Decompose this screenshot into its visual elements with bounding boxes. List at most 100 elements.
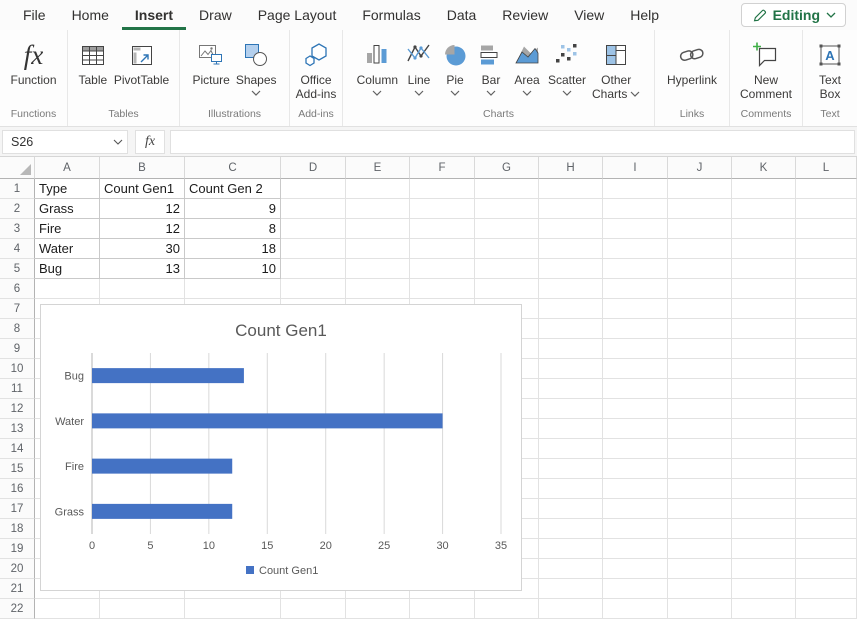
cell-H16[interactable] [539, 479, 603, 499]
cell-K5[interactable] [732, 259, 796, 279]
chart[interactable]: Count Gen105101520253035BugWaterFireGras… [40, 304, 522, 591]
cell-L16[interactable] [796, 479, 857, 499]
cell-F5[interactable] [410, 259, 475, 279]
column-header-K[interactable]: K [732, 157, 796, 179]
chevron-down-icon[interactable] [630, 91, 640, 97]
cell-J19[interactable] [668, 539, 732, 559]
cell-K9[interactable] [732, 339, 796, 359]
cell-H14[interactable] [539, 439, 603, 459]
cell-E2[interactable] [346, 199, 410, 219]
cell-G1[interactable] [475, 179, 539, 199]
cell-A22[interactable] [35, 599, 100, 619]
cell-I18[interactable] [603, 519, 668, 539]
cell-F3[interactable] [410, 219, 475, 239]
cell-D4[interactable] [281, 239, 346, 259]
editing-mode-button[interactable]: Editing [741, 3, 846, 27]
cell-L19[interactable] [796, 539, 857, 559]
hyperlink-button[interactable]: Hyperlink [664, 37, 720, 87]
cell-J11[interactable] [668, 379, 732, 399]
cell-H1[interactable] [539, 179, 603, 199]
column-chart-button[interactable]: Column [354, 37, 401, 96]
tab-view[interactable]: View [561, 0, 617, 30]
cell-I15[interactable] [603, 459, 668, 479]
cell-H7[interactable] [539, 299, 603, 319]
cell-H12[interactable] [539, 399, 603, 419]
cell-D3[interactable] [281, 219, 346, 239]
cell-B3[interactable]: 12 [100, 219, 185, 239]
row-header-3[interactable]: 3 [0, 219, 35, 239]
cell-I6[interactable] [603, 279, 668, 299]
cell-J7[interactable] [668, 299, 732, 319]
cell-K18[interactable] [732, 519, 796, 539]
cell-K6[interactable] [732, 279, 796, 299]
chart-bar-grass[interactable] [92, 504, 232, 519]
cell-L3[interactable] [796, 219, 857, 239]
row-header-5[interactable]: 5 [0, 259, 35, 279]
cell-H18[interactable] [539, 519, 603, 539]
row-header-20[interactable]: 20 [0, 559, 35, 579]
cell-K16[interactable] [732, 479, 796, 499]
cell-F22[interactable] [410, 599, 475, 619]
cell-I13[interactable] [603, 419, 668, 439]
cell-D2[interactable] [281, 199, 346, 219]
cell-L6[interactable] [796, 279, 857, 299]
cell-K21[interactable] [732, 579, 796, 599]
cell-A2[interactable]: Grass [35, 199, 100, 219]
cell-I16[interactable] [603, 479, 668, 499]
column-header-L[interactable]: L [796, 157, 857, 179]
cell-K13[interactable] [732, 419, 796, 439]
row-header-14[interactable]: 14 [0, 439, 35, 459]
cell-G5[interactable] [475, 259, 539, 279]
chevron-down-icon[interactable] [486, 90, 496, 96]
cell-L21[interactable] [796, 579, 857, 599]
office-addins-button[interactable]: Office Add-ins [293, 37, 340, 101]
cell-D22[interactable] [281, 599, 346, 619]
row-header-22[interactable]: 22 [0, 599, 35, 619]
row-header-1[interactable]: 1 [0, 179, 35, 199]
cell-L7[interactable] [796, 299, 857, 319]
row-header-18[interactable]: 18 [0, 519, 35, 539]
cell-H20[interactable] [539, 559, 603, 579]
cell-D5[interactable] [281, 259, 346, 279]
cell-A4[interactable]: Water [35, 239, 100, 259]
cell-F1[interactable] [410, 179, 475, 199]
row-header-9[interactable]: 9 [0, 339, 35, 359]
column-header-C[interactable]: C [185, 157, 281, 179]
cell-J18[interactable] [668, 519, 732, 539]
tab-data[interactable]: Data [434, 0, 490, 30]
cell-J4[interactable] [668, 239, 732, 259]
cell-B2[interactable]: 12 [100, 199, 185, 219]
cell-L15[interactable] [796, 459, 857, 479]
cell-H8[interactable] [539, 319, 603, 339]
cell-J14[interactable] [668, 439, 732, 459]
cell-I9[interactable] [603, 339, 668, 359]
column-header-G[interactable]: G [475, 157, 539, 179]
row-header-8[interactable]: 8 [0, 319, 35, 339]
cell-I1[interactable] [603, 179, 668, 199]
column-header-J[interactable]: J [668, 157, 732, 179]
row-header-10[interactable]: 10 [0, 359, 35, 379]
cell-C6[interactable] [185, 279, 281, 299]
cell-F4[interactable] [410, 239, 475, 259]
cell-I20[interactable] [603, 559, 668, 579]
cell-C1[interactable]: Count Gen 2 [185, 179, 281, 199]
new-comment-button[interactable]: New Comment [737, 37, 795, 101]
cell-C3[interactable]: 8 [185, 219, 281, 239]
cell-I3[interactable] [603, 219, 668, 239]
select-all-corner[interactable] [0, 157, 35, 179]
text-box-button[interactable]: A Text Box [812, 37, 848, 101]
column-header-H[interactable]: H [539, 157, 603, 179]
row-header-16[interactable]: 16 [0, 479, 35, 499]
cell-H13[interactable] [539, 419, 603, 439]
column-header-I[interactable]: I [603, 157, 668, 179]
column-header-E[interactable]: E [346, 157, 410, 179]
chart-legend-label[interactable]: Count Gen1 [259, 565, 318, 577]
tab-page-layout[interactable]: Page Layout [245, 0, 350, 30]
chart-bar-water[interactable] [92, 413, 443, 428]
cell-A6[interactable] [35, 279, 100, 299]
cell-J22[interactable] [668, 599, 732, 619]
chevron-down-icon[interactable] [562, 90, 572, 96]
cell-E4[interactable] [346, 239, 410, 259]
cell-K20[interactable] [732, 559, 796, 579]
cell-J5[interactable] [668, 259, 732, 279]
